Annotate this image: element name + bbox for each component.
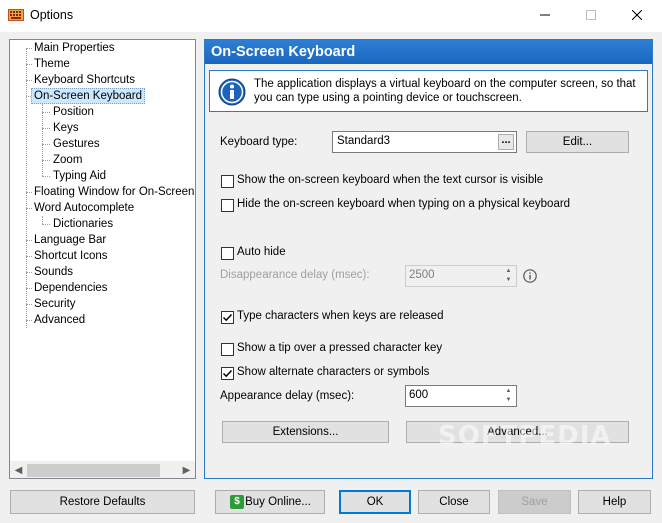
tree-item-dictionaries[interactable]: Dictionaries [51,216,115,232]
maximize-button [568,0,614,30]
auto-hide-label: Auto hide [237,246,286,258]
browse-more-button[interactable]: ... [498,134,514,150]
tree-item-advanced[interactable]: Advanced [32,312,87,328]
title-bar: Options [0,0,662,32]
maximize-icon [586,10,596,20]
tree-item-theme[interactable]: Theme [32,56,72,72]
show-alternate-checkbox[interactable] [221,367,234,380]
tree-item-security[interactable]: Security [32,296,78,312]
appearance-delay-value: 600 [409,389,429,401]
tree-branch [42,176,50,177]
minimize-icon [540,14,550,16]
spin-arrows-icon[interactable]: ▲ ▼ [502,387,515,405]
type-on-release-label: Type characters when keys are released [237,310,444,322]
appearance-delay-label: Appearance delay (msec): [220,390,355,402]
tree-branch [42,144,50,145]
info-text: The application displays a virtual keybo… [254,78,636,104]
tree-branch [42,224,50,225]
scroll-right-icon[interactable]: ▶ [178,462,195,479]
tree-branch [42,112,50,113]
info-icon [218,78,246,106]
close-button[interactable]: Close [418,490,490,514]
tree-item-word-autocomplete[interactable]: Word Autocomplete [32,200,136,216]
help-button[interactable]: Help [578,490,651,514]
options-tree[interactable]: Main Properties Theme Keyboard Shortcuts… [9,39,196,479]
checkmark-icon [222,369,233,378]
tree-item-sounds[interactable]: Sounds [32,264,75,280]
tree-horizontal-scrollbar[interactable]: ◀ ▶ [10,461,195,478]
tree-item-dependencies[interactable]: Dependencies [32,280,110,296]
show-on-cursor-checkbox[interactable] [221,175,234,188]
tree-content: Main Properties Theme Keyboard Shortcuts… [10,40,195,462]
restore-defaults-button[interactable]: Restore Defaults [10,490,195,514]
tree-item-floating-window[interactable]: Floating Window for On-Screen Keyboard [32,184,195,200]
tree-line [26,48,27,328]
tree-line [42,104,43,176]
info-box: The application displays a virtual keybo… [209,70,648,112]
extensions-button[interactable]: Extensions... [222,421,389,443]
tree-branch [42,128,50,129]
minimize-button[interactable] [522,0,568,30]
buy-online-button[interactable]: $ Buy Online... [215,490,325,514]
spin-arrows-icon: ▲ ▼ [505,268,512,283]
tree-item-main-properties[interactable]: Main Properties [32,40,117,56]
tree-item-language-bar[interactable]: Language Bar [32,232,108,248]
disappearance-delay-input: 2500 ▲ ▼ [405,265,517,287]
panel-title: On-Screen Keyboard [205,40,652,64]
ok-button[interactable]: OK [339,490,411,514]
tree-item-gestures[interactable]: Gestures [51,136,102,152]
keyboard-type-label: Keyboard type: [220,136,298,148]
window-title: Options [30,8,74,22]
tree-item-on-screen-keyboard[interactable]: On-Screen Keyboard [31,88,146,104]
delay-info-icon[interactable] [523,269,537,283]
show-on-cursor-label: Show the on-screen keyboard when the tex… [237,174,544,186]
disappearance-delay-value: 2500 [409,269,435,281]
edit-button[interactable]: Edit... [526,131,629,153]
watermark: SOFTPEDIA [438,421,612,451]
keyboard-type-select[interactable]: Standard3 ... [332,131,517,153]
buy-cart-icon: $ [230,495,244,509]
scroll-left-icon[interactable]: ◀ [10,462,27,479]
keyboard-app-icon [8,9,24,21]
tree-item-position[interactable]: Position [51,104,96,120]
tree-branch [42,160,50,161]
show-alternate-label: Show alternate characters or symbols [237,366,430,378]
tree-line [42,216,43,224]
save-button: Save [498,490,571,514]
hide-on-physical-checkbox[interactable] [221,199,234,212]
appearance-delay-input[interactable]: 600 ▲ ▼ [405,385,517,407]
close-window-button[interactable] [614,0,660,30]
type-on-release-checkbox[interactable] [221,311,234,324]
tree-item-keyboard-shortcuts[interactable]: Keyboard Shortcuts [32,72,137,88]
tree-item-shortcut-icons[interactable]: Shortcut Icons [32,248,110,264]
disappearance-delay-label: Disappearance delay (msec): [220,269,370,281]
settings-panel: On-Screen Keyboard The application displ… [204,39,653,479]
tree-item-keys[interactable]: Keys [51,120,81,136]
keyboard-type-value: Standard3 [337,135,391,147]
show-tip-label: Show a tip over a pressed character key [237,342,443,354]
auto-hide-checkbox[interactable] [221,247,234,260]
scroll-thumb[interactable] [27,464,160,477]
show-tip-checkbox[interactable] [221,343,234,356]
tree-item-zoom[interactable]: Zoom [51,152,84,168]
close-icon [632,10,642,20]
buy-online-label: Buy Online... [245,496,311,508]
hide-on-physical-label: Hide the on-screen keyboard when typing … [237,198,571,210]
checkmark-icon [222,313,233,322]
tree-item-typing-aid[interactable]: Typing Aid [51,168,108,184]
